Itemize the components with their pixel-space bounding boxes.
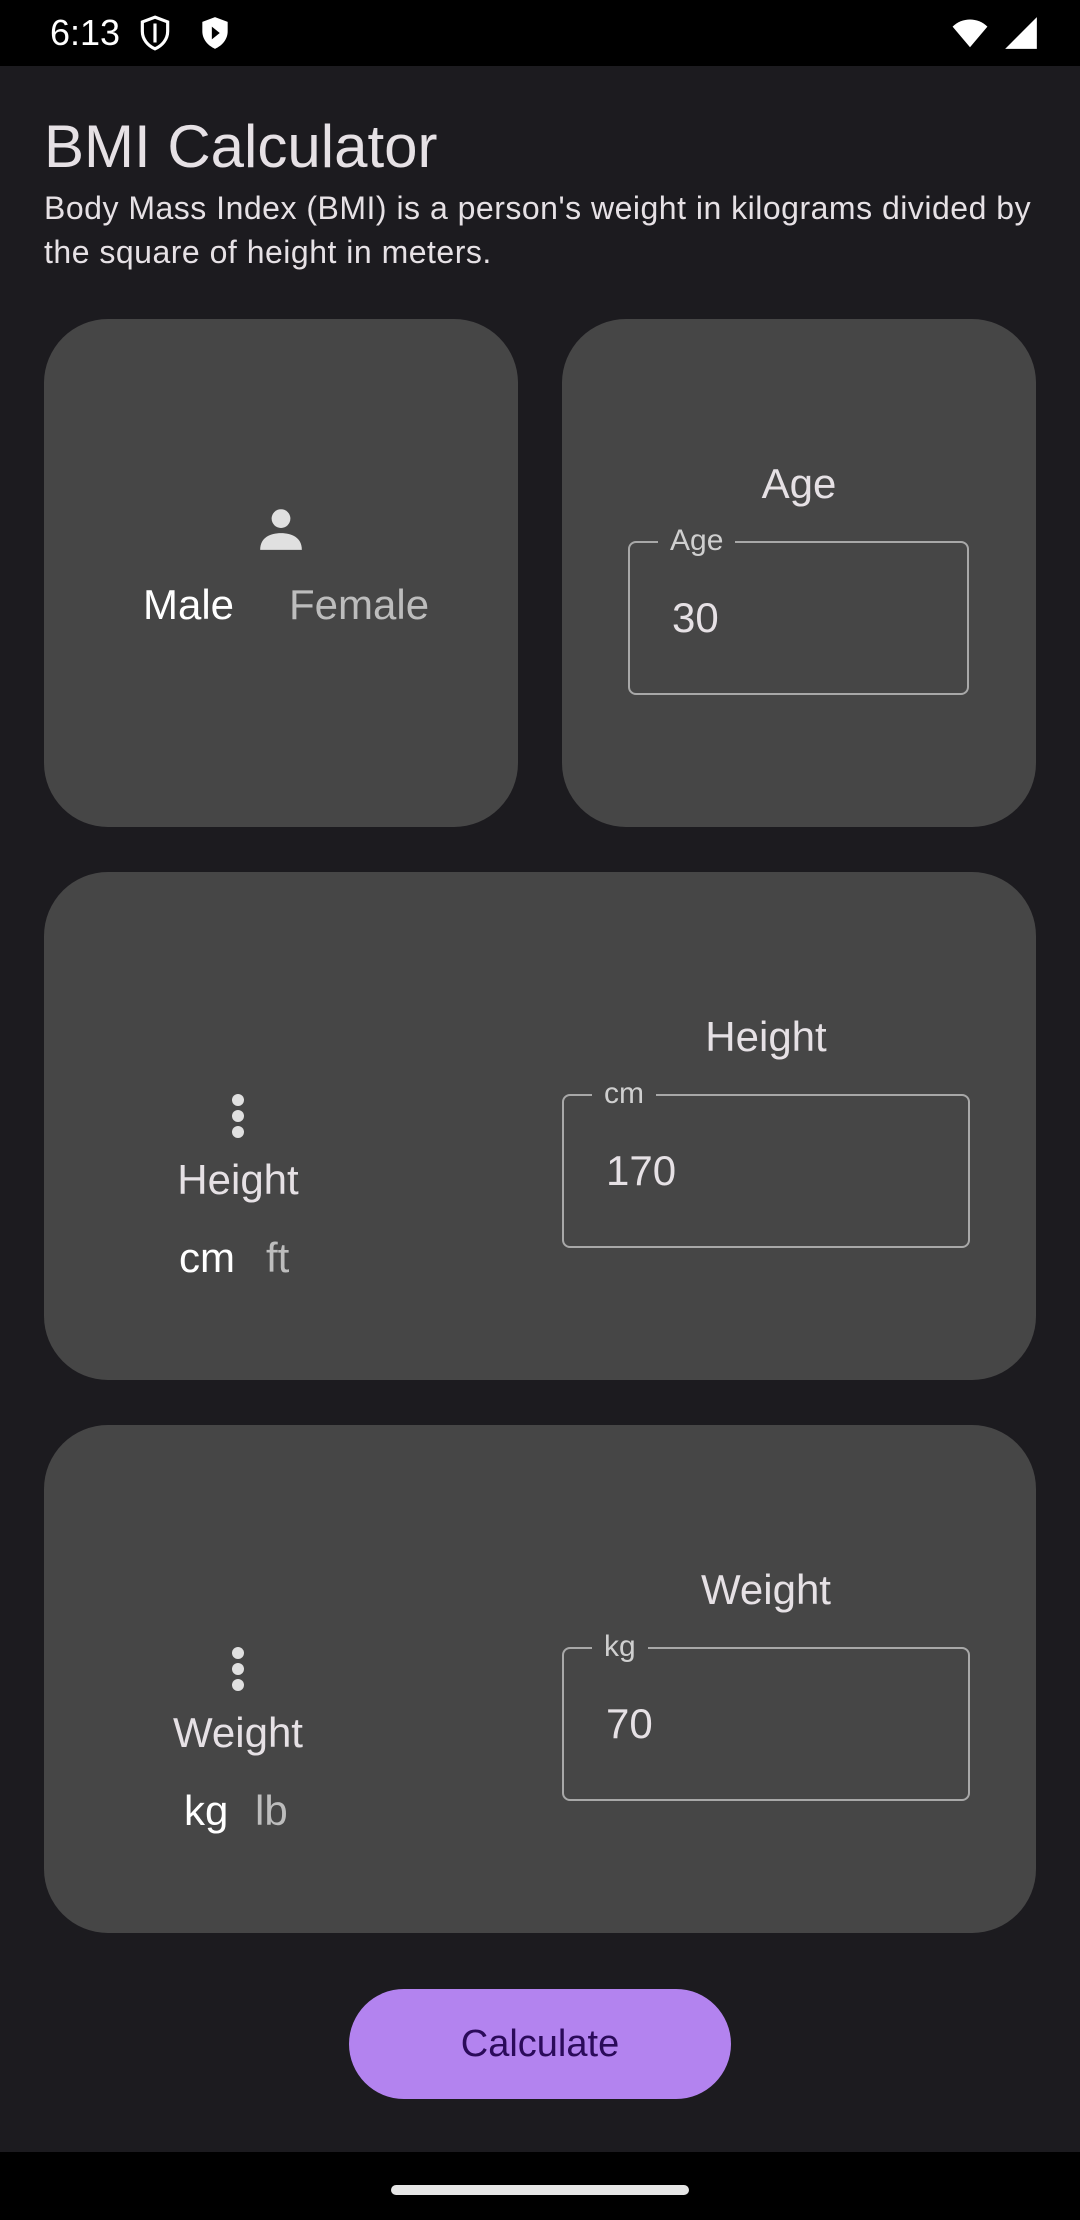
calculate-button[interactable]: Calculate [349, 1989, 731, 2099]
page-description: Body Mass Index (BMI) is a person's weig… [44, 190, 1032, 270]
weight-field[interactable]: kg [562, 1629, 970, 1801]
play-protect-icon [202, 17, 228, 49]
age-heading: Age [761, 460, 837, 507]
more-vert-icon[interactable] [230, 1092, 246, 1140]
height-label: Height [177, 1156, 299, 1203]
gender-option-male[interactable]: Male [143, 581, 234, 629]
height-field[interactable]: cm [562, 1076, 970, 1248]
age-card: Age Age [562, 319, 1036, 827]
weight-input[interactable] [606, 1699, 906, 1749]
height-unit-ft[interactable]: ft [266, 1234, 289, 1282]
page-title: BMI Calculator [44, 113, 438, 180]
height-heading: Height [705, 1013, 827, 1060]
weight-field-label: kg [592, 1629, 648, 1665]
weight-unit-kg[interactable]: kg [184, 1787, 228, 1835]
shield-icon [140, 15, 170, 51]
weight-heading: Weight [701, 1566, 831, 1613]
weight-card: Weight kg lb Weight kg [44, 1425, 1036, 1933]
gender-card: Male Female [44, 319, 518, 827]
height-field-label: cm [592, 1076, 656, 1112]
status-right-icons [950, 14, 1040, 52]
weight-label: Weight [173, 1709, 303, 1756]
age-input[interactable] [672, 593, 972, 643]
status-time: 6:13 [50, 12, 121, 53]
more-vert-icon[interactable] [230, 1645, 246, 1693]
navigation-bar [0, 2152, 1080, 2220]
age-field[interactable]: Age [628, 523, 972, 695]
gender-option-female[interactable]: Female [289, 581, 429, 629]
app-content: BMI Calculator Body Mass Index (BMI) is … [0, 66, 1080, 2152]
person-icon [260, 509, 302, 550]
age-field-label: Age [658, 523, 736, 559]
wifi-icon [952, 19, 988, 48]
height-unit-cm[interactable]: cm [179, 1234, 235, 1282]
height-card: Height cm ft Height cm [44, 872, 1036, 1380]
height-input[interactable] [606, 1146, 906, 1196]
signal-icon [1005, 17, 1037, 49]
weight-unit-lb[interactable]: lb [255, 1787, 288, 1835]
status-bar: 6:13 [0, 0, 1080, 66]
home-gesture-handle[interactable] [391, 2185, 689, 2195]
